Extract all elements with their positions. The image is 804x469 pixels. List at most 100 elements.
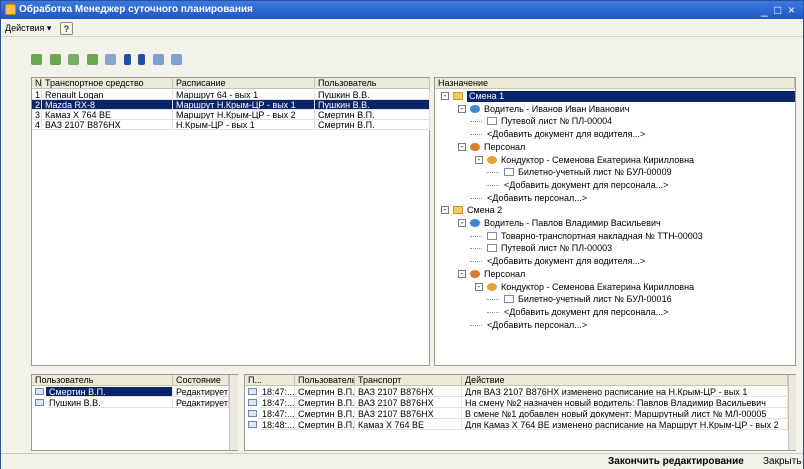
tree-node[interactable]: Кондуктор - Семенова Екатерина Кирилловн… <box>501 282 694 293</box>
log-col-action[interactable]: Действие <box>462 375 788 386</box>
folder-icon <box>453 206 463 215</box>
tree-connector <box>487 184 499 186</box>
table-cell: Пушкин В.В. <box>315 100 430 110</box>
table-cell: Смертин В.П. <box>315 110 430 120</box>
tree-node[interactable]: Смена 2 <box>467 205 502 216</box>
log-row[interactable]: 18:47:... Смертин В.П. ВАЗ 2107 В876НХ На с… <box>245 398 788 408</box>
up-icon[interactable] <box>123 54 131 66</box>
log-cell: Для ВАЗ 2107 В876НХ изменено расписание … <box>462 387 788 397</box>
log-cell: 18:47:... <box>259 387 295 397</box>
table-cell: Mazda RX-8 <box>42 100 173 110</box>
log-col-time[interactable]: П... <box>245 375 295 386</box>
edit-icon[interactable] <box>86 54 98 66</box>
minimize-button[interactable]: _ <box>761 1 768 19</box>
tree-node[interactable]: <Добавить персонал...> <box>487 320 587 331</box>
user-row[interactable]: Пушкин В.В. Редактирует <box>32 398 229 408</box>
maximize-button[interactable]: □ <box>774 1 781 19</box>
table-cell: Смертин В.П. <box>315 120 430 130</box>
log-row[interactable]: 18:47:... Смертин В.П. ВАЗ 2107 В876НХ Для … <box>245 387 788 397</box>
expand-toggle[interactable]: - <box>441 92 449 100</box>
tree-node[interactable]: <Добавить документ для персонала...> <box>504 180 668 191</box>
users-col-state[interactable]: Состояние <box>173 375 229 386</box>
expand-toggle[interactable]: - <box>458 142 466 151</box>
expand-toggle[interactable]: - <box>458 104 466 113</box>
tree-node[interactable]: Путевой лист № ПЛ-00003 <box>501 243 612 254</box>
copy-icon[interactable] <box>49 54 61 66</box>
tree-connector <box>470 134 482 136</box>
folder-icon <box>453 92 463 100</box>
tree-node[interactable]: Путевой лист № ПЛ-00004 <box>501 116 612 127</box>
save-icon[interactable] <box>105 54 117 66</box>
tree-connector <box>487 299 499 301</box>
tree-node[interactable]: <Добавить документ для водителя...> <box>487 129 645 140</box>
log-row[interactable]: 18:48:... Смертин В.П. Камаз Х 764 ВЕ Для К… <box>245 420 788 430</box>
log-cell: ВАЗ 2107 В876НХ <box>355 409 462 419</box>
actions-menu[interactable]: Действия ▾ <box>5 23 51 33</box>
table-row[interactable]: 4 ВАЗ 2107 В876НХ Н.Крым-ЦР - вых 1 Смертин… <box>32 120 430 130</box>
tree-connector <box>487 311 499 313</box>
down-icon[interactable] <box>138 54 146 66</box>
sort-icon[interactable] <box>152 54 164 66</box>
table-cell: Маршрут Н.Крым-ЦР - вых 2 <box>173 110 315 120</box>
tree-node[interactable]: Персонал <box>484 269 525 280</box>
doc-icon <box>504 295 514 304</box>
table-row[interactable]: 2 Mazda RX-8 Маршрут Н.Крым-ЦР - вых 1 Пушк… <box>32 100 430 110</box>
log-cell: В смене №1 добавлен новый документ: Марш… <box>462 409 788 419</box>
table-cell: 1 <box>32 90 42 100</box>
log-scrollbar[interactable] <box>788 375 796 450</box>
tree-node[interactable]: Кондуктор - Семенова Екатерина Кирилловн… <box>501 155 694 166</box>
table-cell: 2 <box>32 100 42 110</box>
expand-toggle[interactable]: - <box>475 282 483 291</box>
doc-icon <box>487 231 497 240</box>
users-col-user[interactable]: Пользователь <box>32 375 173 386</box>
log-row[interactable]: 18:47:... Смертин В.П. ВАЗ 2107 В876НХ В см… <box>245 409 788 419</box>
user-row[interactable]: Смертин В.П. Редактирует <box>32 387 229 397</box>
close-button[interactable]: × <box>788 1 795 19</box>
doc-icon <box>504 168 514 177</box>
log-cell: На смену №2 назначен новый водитель: Пав… <box>462 398 788 408</box>
tree-node[interactable]: Водитель - Павлов Владимир Васильевич <box>484 218 661 229</box>
close-window-button[interactable]: Закрыть <box>763 456 802 467</box>
tree-node[interactable]: Смена 1 <box>467 91 795 102</box>
expand-toggle[interactable]: - <box>475 155 483 164</box>
log-entry-icon <box>248 399 257 406</box>
col-user-header[interactable]: Пользователь <box>315 78 430 89</box>
tree-node[interactable]: Водитель - Иванов Иван Иванович <box>484 104 629 115</box>
tree-node[interactable]: Билетно-учетный лист № БУЛ-00009 <box>518 167 672 178</box>
log-col-user[interactable]: Пользователь <box>295 375 355 386</box>
users-scrollbar[interactable] <box>229 375 238 450</box>
log-cell: 18:47:... <box>259 409 295 419</box>
add-icon[interactable] <box>31 54 42 66</box>
window-title: Обработка Менеджер суточного планировани… <box>19 4 253 15</box>
expand-toggle[interactable]: - <box>458 219 466 227</box>
doc-icon <box>487 244 497 253</box>
table-row[interactable]: 1 Renault Logan Маршрут 64 - вых 1 Пушкин В… <box>32 90 430 100</box>
log-col-transport[interactable]: Транспорт <box>355 375 462 386</box>
col-vehicle-header[interactable]: Транспортное средство <box>42 78 173 89</box>
doc-icon <box>487 117 497 126</box>
transport-table: N Транспортное средство Расписание Польз… <box>31 77 430 366</box>
tree-node[interactable]: Билетно-учетный лист № БУЛ-00016 <box>518 294 672 305</box>
tree-node[interactable]: Персонал <box>484 142 525 153</box>
tree-node[interactable]: <Добавить документ для водителя...> <box>487 256 645 267</box>
log-entry-icon <box>248 388 257 395</box>
person-icon <box>487 155 497 164</box>
tree-node[interactable]: <Добавить персонал...> <box>487 193 587 204</box>
col-schedule-header[interactable]: Расписание <box>173 78 315 89</box>
delete-icon[interactable] <box>68 54 80 66</box>
table-cell: 3 <box>32 110 42 120</box>
log-cell: 18:48:... <box>259 420 295 430</box>
title-bar: Обработка Менеджер суточного планировани… <box>1 1 803 19</box>
tree-connector <box>470 261 482 263</box>
table-row[interactable]: 3 Камаз Х 764 ВЕ Маршрут Н.Крым-ЦР - вых 2… <box>32 110 430 120</box>
tree-node[interactable]: <Добавить документ для персонала...> <box>504 307 668 318</box>
log-cell: ВАЗ 2107 В876НХ <box>355 398 462 408</box>
user-state: Редактирует <box>173 398 229 408</box>
tree-node[interactable]: Товарно-транспортная накладная № ТТН-000… <box>501 231 703 242</box>
finish-editing-button[interactable]: Закончить редактирование <box>608 456 744 467</box>
expand-toggle[interactable]: - <box>458 269 466 278</box>
expand-toggle[interactable]: - <box>441 206 449 215</box>
filter-icon[interactable] <box>171 54 183 66</box>
col-n-header[interactable]: N <box>32 78 42 89</box>
help-button[interactable]: ? <box>59 22 73 36</box>
